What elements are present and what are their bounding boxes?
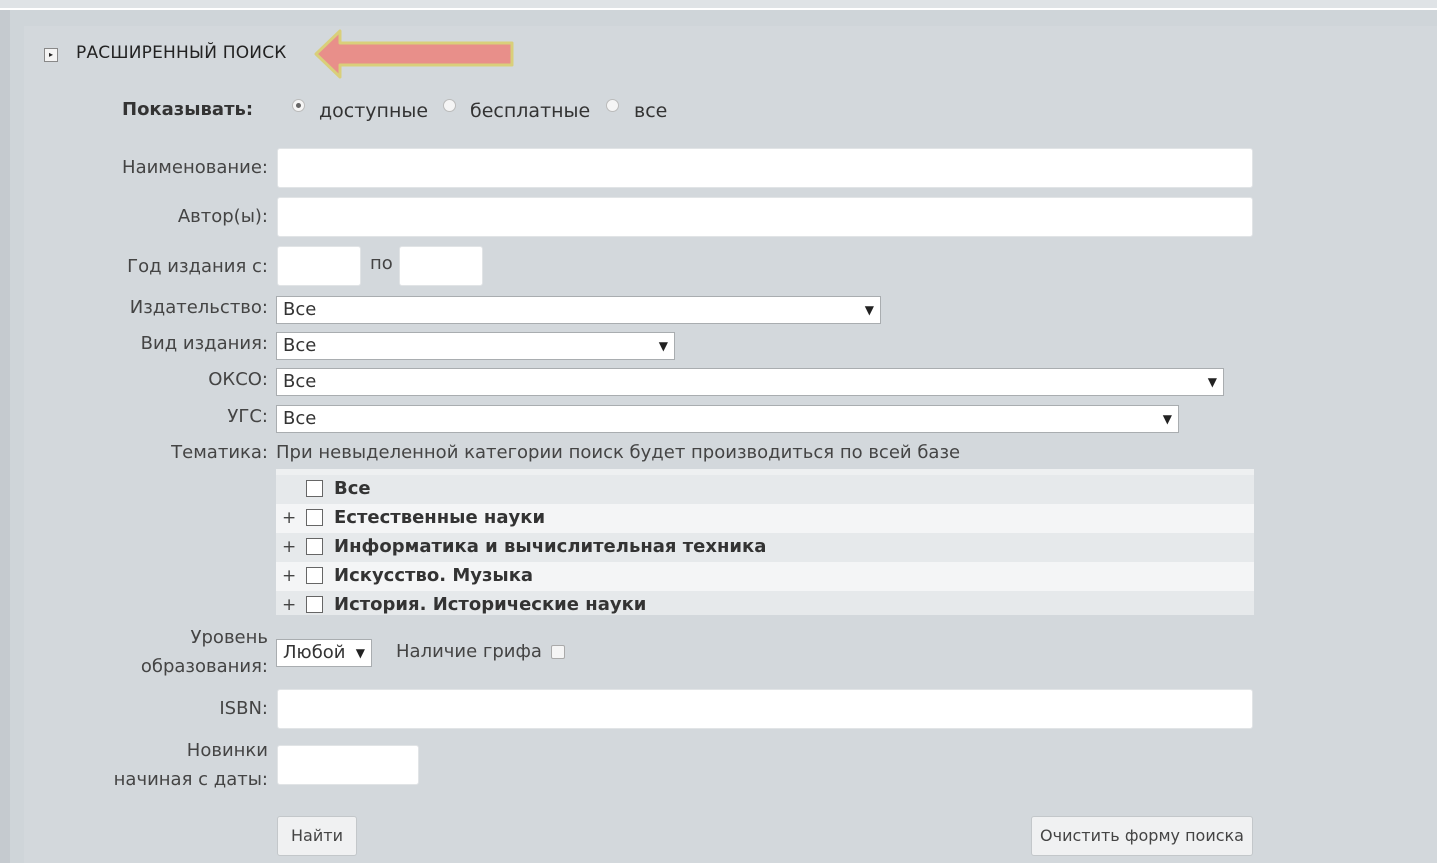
tree-item[interactable]: Все	[276, 475, 1254, 504]
year-from-input[interactable]	[277, 246, 361, 286]
expand-plus-icon[interactable]: +	[282, 537, 296, 557]
grif-checkbox[interactable]	[551, 645, 565, 659]
year-to-label: по	[370, 253, 393, 274]
tree-checkbox[interactable]	[306, 567, 323, 584]
chevron-down-icon: ▼	[1207, 375, 1217, 389]
expand-plus-icon[interactable]: +	[282, 508, 296, 528]
type-select[interactable]: Все ▼	[276, 332, 675, 360]
radio-available-label[interactable]: доступные	[319, 100, 428, 122]
publisher-select[interactable]: Все ▼	[276, 296, 881, 324]
clear-form-button[interactable]: Очистить форму поиска	[1031, 816, 1253, 856]
isbn-input[interactable]	[277, 689, 1253, 729]
level-select[interactable]: Любой ▼	[276, 639, 372, 667]
tree-item-label: История. Исторические науки	[334, 594, 647, 615]
level-select-value: Любой	[283, 642, 346, 663]
expand-plus-icon[interactable]: +	[282, 566, 296, 586]
tree-item[interactable]: + Искусство. Музыка	[276, 562, 1254, 591]
ugs-select-value: Все	[283, 408, 317, 429]
topic-tree[interactable]: Все + Естественные науки + Информатика и…	[276, 469, 1254, 615]
find-button[interactable]: Найти	[277, 816, 357, 856]
level-label-line2: образования:	[140, 656, 268, 677]
tree-item-label: Все	[334, 478, 371, 499]
year-from-label: Год издания с:	[127, 256, 268, 277]
chevron-down-icon: ▼	[658, 339, 668, 353]
topic-note: При невыделенной категории поиск будет п…	[276, 442, 961, 463]
isbn-label: ISBN:	[219, 698, 268, 719]
chevron-down-icon: ▼	[1162, 412, 1172, 426]
tree-item-label: Искусство. Музыка	[334, 565, 534, 586]
ugs-label: УГС:	[227, 406, 268, 427]
topic-label: Тематика:	[171, 442, 268, 463]
publisher-select-value: Все	[283, 299, 317, 320]
type-label: Вид издания:	[140, 333, 268, 354]
level-label-line1: Уровень	[190, 627, 268, 648]
okso-select[interactable]: Все ▼	[276, 368, 1224, 396]
top-bar	[0, 0, 1437, 8]
author-label: Автор(ы):	[177, 206, 268, 227]
type-select-value: Все	[283, 335, 317, 356]
tree-item[interactable]: + Естественные науки	[276, 504, 1254, 533]
tree-item-label: Информатика и вычислительная техника	[334, 536, 767, 557]
tree-checkbox[interactable]	[306, 509, 323, 526]
show-label: Показывать:	[122, 99, 254, 120]
tree-checkbox[interactable]	[306, 538, 323, 555]
ugs-select[interactable]: Все ▼	[276, 405, 1179, 433]
new-since-date-input[interactable]	[277, 745, 419, 785]
okso-select-value: Все	[283, 371, 317, 392]
new-label-line2: начиная с даты:	[113, 769, 268, 790]
tree-item-label: Естественные науки	[334, 507, 546, 528]
radio-all[interactable]	[606, 99, 619, 112]
title-label: Наименование:	[122, 157, 268, 178]
expand-plus-icon[interactable]: +	[282, 595, 296, 615]
tree-checkbox[interactable]	[306, 480, 323, 497]
author-input[interactable]	[277, 197, 1253, 237]
chevron-down-icon: ▼	[864, 303, 874, 317]
collapse-toggle-icon[interactable]: ▸	[44, 48, 58, 62]
publisher-label: Издательство:	[129, 297, 268, 318]
title-input[interactable]	[277, 148, 1253, 188]
year-to-input[interactable]	[399, 246, 483, 286]
radio-all-label[interactable]: все	[634, 100, 667, 122]
radio-free[interactable]	[443, 99, 456, 112]
radio-available[interactable]	[292, 99, 305, 112]
pointer-arrow-icon	[314, 29, 514, 79]
advanced-search-title[interactable]: РАСШИРЕННЫЙ ПОИСК	[76, 43, 287, 63]
grif-label: Наличие грифа	[396, 641, 542, 662]
tree-item[interactable]: + История. Исторические науки	[276, 591, 1254, 615]
okso-label: ОКСО:	[208, 369, 268, 390]
tree-item[interactable]: + Информатика и вычислительная техника	[276, 533, 1254, 562]
chevron-down-icon: ▼	[355, 646, 365, 660]
new-label-line1: Новинки	[186, 740, 268, 761]
radio-free-label[interactable]: бесплатные	[470, 100, 590, 122]
tree-checkbox[interactable]	[306, 596, 323, 613]
